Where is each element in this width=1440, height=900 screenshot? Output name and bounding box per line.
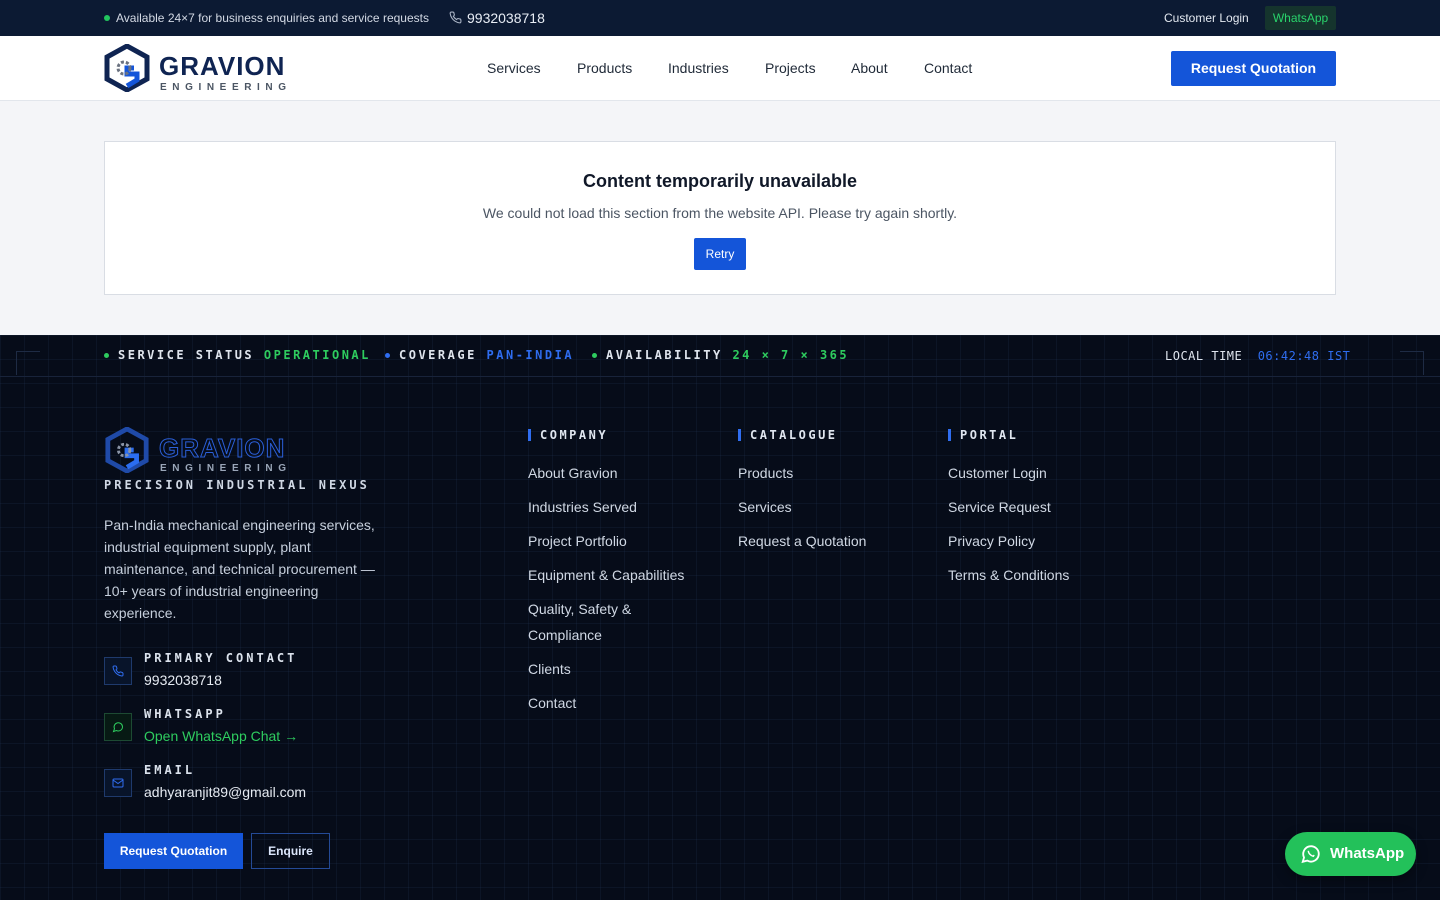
primary-contact-label: PRIMARY CONTACT [144,651,298,665]
whatsapp-chat-link[interactable]: Open WhatsApp Chat → [144,728,298,744]
brand-name: GRAVION [159,51,286,81]
local-time-value: 06:42:48 IST [1257,349,1351,363]
corner-bracket [16,351,40,375]
error-card: Content temporarily unavailable We could… [104,141,1336,295]
footer-request-quotation-button[interactable]: Request Quotation [104,833,243,869]
catalogue-heading: CATALOGUE [738,428,838,442]
nav-contact[interactable]: Contact [924,60,972,76]
status-dot [385,353,390,358]
contact-whatsapp-box [104,713,132,741]
service-status-value: OPERATIONAL [263,348,371,362]
footer-link-privacy[interactable]: Privacy Policy [948,528,1035,554]
nav-about[interactable]: About [851,60,888,76]
nav-projects[interactable]: Projects [765,60,816,76]
email-value[interactable]: adhyaranjit89@gmail.com [144,784,306,800]
footer-brand-sub: ENGINEERING [160,463,292,474]
site-footer: SERVICE STATUS OPERATIONAL COVERAGE PAN-… [0,335,1440,900]
footer-description: Pan-India mechanical engineering service… [104,517,375,621]
coverage-label: COVERAGE [399,348,477,362]
status-bar: SERVICE STATUS OPERATIONAL COVERAGE PAN-… [0,335,1440,377]
contact-phone-box [104,657,132,685]
error-message: We could not load this section from the … [482,205,958,221]
topbar-phone[interactable]: 9932038718 [467,10,545,26]
footer-link-portfolio[interactable]: Project Portfolio [528,528,627,554]
corner-bracket [1400,351,1424,375]
service-status-label: SERVICE STATUS [118,348,255,362]
error-title: Content temporarily unavailable [582,171,858,191]
footer-link-quotation[interactable]: Request a Quotation [738,528,866,554]
coverage-status: COVERAGE PAN-INDIA [399,348,574,362]
service-status: SERVICE STATUS OPERATIONAL [118,348,371,362]
whatsapp-icon [1301,845,1320,864]
nav-industries[interactable]: Industries [668,60,729,76]
footer-link-service-request[interactable]: Service Request [948,494,1051,520]
nav-products[interactable]: Products [577,60,632,76]
status-dot [592,353,597,358]
phone-icon [112,665,124,677]
brand-sub: ENGINEERING [160,82,292,93]
gravion-logo-icon [104,44,150,92]
nav-services[interactable]: Services [487,60,541,76]
local-time: LOCAL TIME 06:42:48 IST [1165,349,1350,363]
contact-email-box [104,769,132,797]
email-label: EMAIL [144,763,196,777]
availability-dot [104,15,110,21]
availability-text: Available 24×7 for business enquiries an… [116,11,429,25]
footer-link-industries[interactable]: Industries Served [528,494,637,520]
footer-logo[interactable]: GRAVION ENGINEERING [104,427,294,474]
footer-link-services[interactable]: Services [738,494,792,520]
request-quotation-button[interactable]: Request Quotation [1171,51,1336,86]
topbar-whatsapp-button[interactable]: WhatsApp [1265,6,1336,30]
availability-label: AVAILABILITY [606,348,723,362]
footer-link-equipment[interactable]: Equipment & Capabilities [528,562,684,588]
top-bar: Available 24×7 for business enquiries an… [0,0,1440,36]
footer-link-about[interactable]: About Gravion [528,460,618,486]
footer-link-contact[interactable]: Contact [528,690,576,716]
footer-link-customer-login[interactable]: Customer Login [948,460,1047,486]
footer-link-terms[interactable]: Terms & Conditions [948,562,1069,588]
local-time-label: LOCAL TIME [1165,349,1243,363]
footer-link-quality[interactable]: Quality, Safety & [528,596,631,622]
brand-logo[interactable]: GRAVION ENGINEERING [104,44,294,94]
retry-button[interactable]: Retry [694,238,746,270]
site-header: GRAVION ENGINEERING Services Products In… [0,36,1440,101]
coverage-value: PAN-INDIA [486,348,575,362]
footer-enquire-button[interactable]: Enquire [251,833,330,869]
gravion-logo-icon [105,427,149,473]
availability-status: AVAILABILITY 24 × 7 × 365 [606,348,849,362]
customer-login-link[interactable]: Customer Login [1164,11,1249,25]
floating-whatsapp-label: WhatsApp [1330,845,1405,862]
primary-contact-value[interactable]: 9932038718 [144,672,222,688]
footer-link-clients[interactable]: Clients [528,656,571,682]
footer-link-compliance[interactable]: Compliance [528,622,602,648]
floating-whatsapp-button[interactable]: WhatsApp [1285,832,1416,876]
portal-heading: PORTAL [948,428,1018,442]
availability-value: 24 × 7 × 365 [732,348,850,362]
mail-icon [112,778,124,788]
company-heading: COMPANY [528,428,608,442]
status-dot [104,353,109,358]
footer-tagline: PRECISION INDUSTRIAL NEXUS [104,478,370,492]
phone-icon [449,11,462,24]
footer-brand-name: GRAVION [158,433,286,464]
whatsapp-label: WHATSAPP [144,707,226,721]
chat-icon [112,722,124,733]
footer-link-products[interactable]: Products [738,460,793,486]
